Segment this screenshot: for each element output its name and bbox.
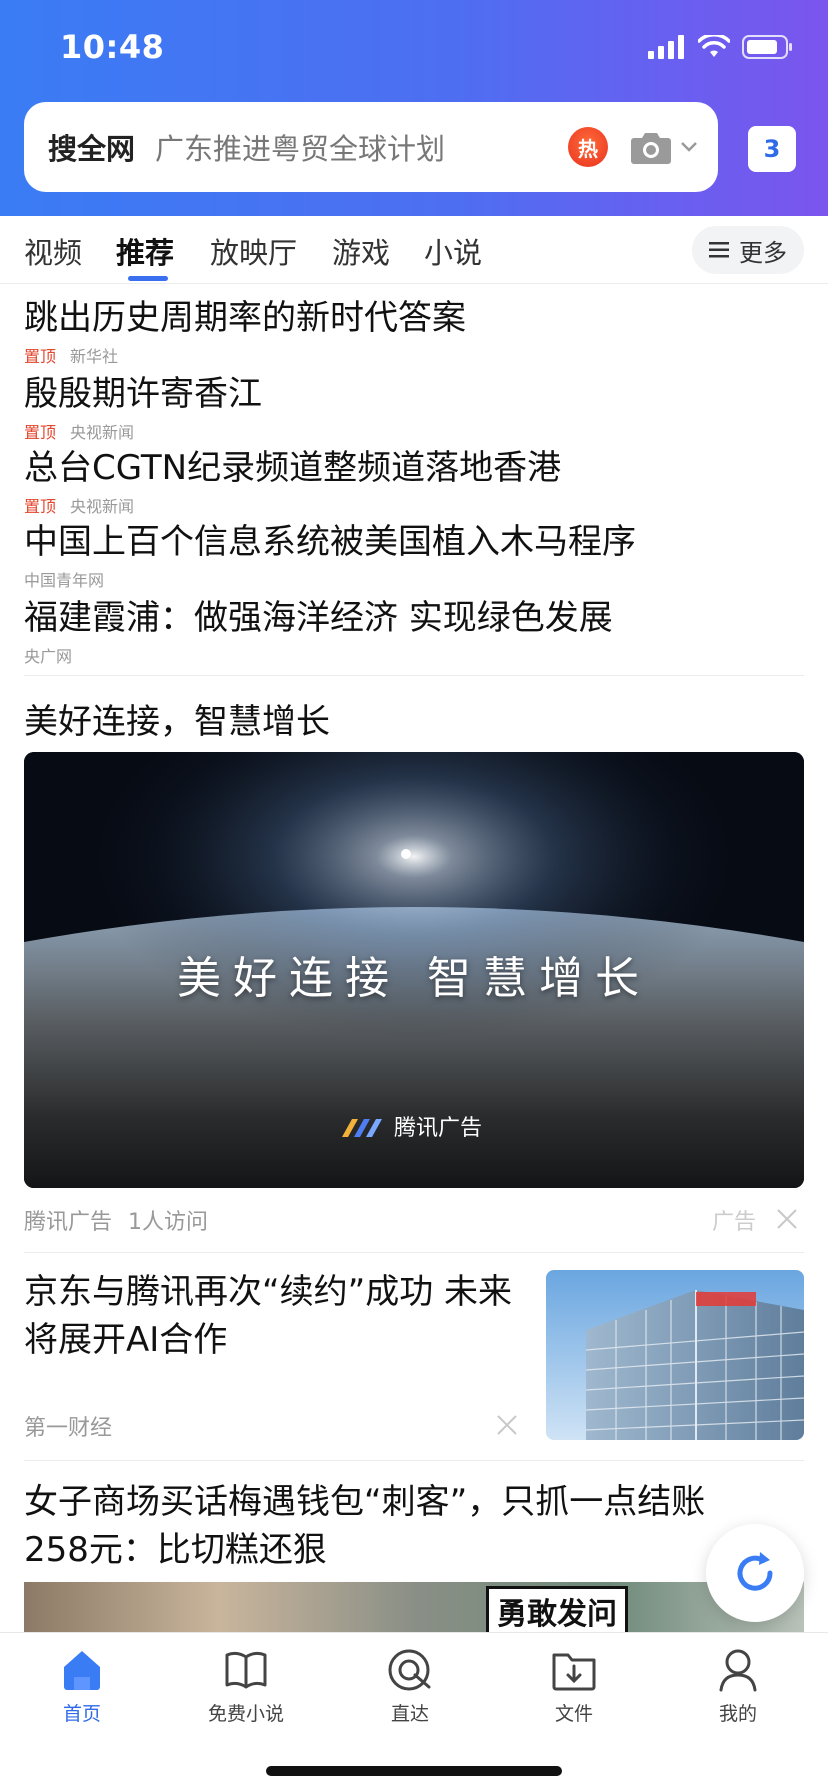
chevron-down-icon[interactable]	[680, 141, 698, 153]
building-image	[546, 1270, 804, 1440]
headline-item[interactable]: 总台CGTN纪录频道整频道落地香港 置顶 央视新闻	[24, 440, 804, 517]
home-icon	[64, 1651, 100, 1690]
status-bar: 10:48	[0, 0, 828, 100]
ad-title[interactable]: 美好连接，智慧增长	[24, 694, 330, 743]
channel-tabs: 视频 推荐 放映厅 游戏 小说 更多	[0, 216, 828, 284]
battery-icon	[742, 35, 792, 59]
headline-meta: 央广网	[24, 643, 804, 667]
tab-games[interactable]: 游戏	[332, 230, 390, 272]
headline-item[interactable]: 福建霞浦：做强海洋经济 实现绿色发展 央广网	[24, 590, 804, 667]
ad-image-text: 美好连接 智慧增长	[177, 953, 651, 1004]
menu-icon	[709, 242, 729, 258]
refresh-icon	[737, 1552, 773, 1591]
headline-title[interactable]: 殷殷期许寄香江	[24, 366, 804, 415]
home-indicator[interactable]	[266, 1766, 562, 1776]
tab-video[interactable]: 视频	[24, 230, 82, 272]
active-tab-indicator	[128, 276, 168, 281]
camera-icon[interactable]	[630, 129, 672, 165]
headline-title[interactable]: 福建霞浦：做强海洋经济 实现绿色发展	[24, 590, 804, 639]
headline-source: 中国青年网	[24, 571, 105, 590]
nav-label: 直达	[390, 1703, 429, 1725]
ad-meta: 腾讯广告 1人访问	[24, 1204, 208, 1236]
nav-direct[interactable]: 直达	[350, 1647, 470, 1726]
status-time: 10:48	[60, 28, 165, 66]
ad-visits: 1人访问	[128, 1210, 209, 1235]
ad-image[interactable]: 美好连接 智慧增长 腾讯广告	[24, 752, 804, 1188]
header: 10:48 搜全网 广东推进粤贸全球计划 热 3	[0, 0, 828, 216]
headline-item[interactable]: 中国上百个信息系统被美国植入木马程序 中国青年网	[24, 514, 804, 591]
nav-label: 免费小说	[207, 1703, 284, 1725]
ad-label: 广告	[712, 1210, 757, 1235]
search-input[interactable]: 广东推进粤贸全球计划	[155, 126, 568, 168]
wifi-icon	[698, 35, 730, 57]
divider	[24, 1460, 804, 1461]
article-title[interactable]: 女子商场买话梅遇钱包“刺客”，只抓一点结账258元：比切糕还狠	[24, 1478, 764, 1574]
tabs-count-button[interactable]: 3	[748, 126, 796, 172]
pinned-badge: 置顶	[24, 347, 57, 366]
headline-source: 央广网	[24, 647, 73, 666]
nav-label: 首页	[62, 1703, 101, 1725]
nav-label: 文件	[554, 1703, 593, 1725]
headline-item[interactable]: 殷殷期许寄香江 置顶 央视新闻	[24, 366, 804, 443]
tencent-ads-logo-icon	[342, 1119, 382, 1137]
article-image[interactable]: 勇敢发问	[24, 1582, 804, 1632]
search-scope-label[interactable]: 搜全网	[48, 126, 135, 168]
book-icon	[225, 1651, 267, 1689]
ad-advertiser: 腾讯广告	[24, 1210, 113, 1235]
ad-image-logo-text: 腾讯广告	[394, 1116, 483, 1141]
more-label: 更多	[739, 238, 787, 267]
headline-title[interactable]: 总台CGTN纪录频道整频道落地香港	[24, 440, 804, 489]
headline-source: 新华社	[70, 347, 119, 366]
hot-icon[interactable]: 热	[568, 127, 608, 167]
headline-title[interactable]: 跳出历史周期率的新时代答案	[24, 290, 804, 339]
search-bar[interactable]: 搜全网 广东推进粤贸全球计划 热	[24, 102, 718, 192]
nav-free-novels[interactable]: 免费小说	[186, 1647, 306, 1726]
article-image-caption: 勇敢发问	[486, 1586, 628, 1632]
nav-files[interactable]: 文件	[514, 1647, 634, 1726]
tab-theater[interactable]: 放映厅	[210, 230, 297, 272]
close-icon[interactable]	[496, 1414, 518, 1436]
headline-meta: 置顶 新华社	[24, 343, 804, 367]
headline-meta: 中国青年网	[24, 567, 804, 591]
close-icon[interactable]	[776, 1208, 798, 1230]
tab-recommend[interactable]: 推荐	[116, 230, 174, 272]
tab-novels[interactable]: 小说	[424, 230, 482, 272]
article-title[interactable]: 京东与腾讯再次“续约”成功 未来将展开AI合作	[24, 1268, 524, 1364]
headline-item[interactable]: 跳出历史周期率的新时代答案 置顶 新华社	[24, 290, 804, 367]
article-thumbnail[interactable]	[546, 1270, 804, 1440]
refresh-button[interactable]	[706, 1524, 804, 1622]
divider	[24, 675, 804, 676]
headline-title[interactable]: 中国上百个信息系统被美国植入木马程序	[24, 514, 804, 563]
file-icon	[552, 1653, 596, 1691]
nav-profile[interactable]: 我的	[678, 1647, 798, 1726]
profile-icon	[719, 1649, 757, 1692]
more-channels-button[interactable]: 更多	[692, 226, 804, 274]
divider	[24, 1252, 804, 1253]
nav-home[interactable]: 首页	[22, 1647, 142, 1726]
ad-image-logo: 腾讯广告	[340, 1110, 482, 1142]
article-source: 第一财经	[24, 1416, 113, 1441]
nav-label: 我的	[718, 1703, 757, 1725]
direct-icon	[388, 1649, 431, 1691]
signal-icon	[648, 35, 684, 59]
status-icons	[648, 34, 794, 60]
